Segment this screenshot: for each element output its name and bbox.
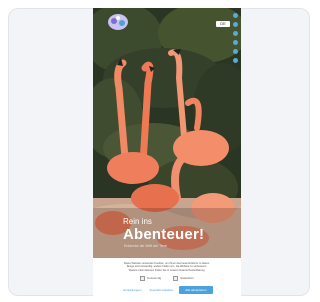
consent-text: Diese Website verwendet Cookies, um Ihne…	[99, 262, 235, 272]
hero-eyebrow: Rein ins	[123, 217, 152, 226]
search-icon[interactable]	[233, 13, 238, 18]
flamingo-hero-image	[93, 8, 241, 300]
necessary-label: Notwendig	[146, 276, 162, 281]
cookie-consent-banner: Diese Website verwendet Cookies, um Ihne…	[93, 258, 241, 300]
consent-text-line: Weitere Informationen finden Sie in unse…	[128, 268, 206, 272]
settings-button[interactable]: Einstellungen	[121, 288, 143, 292]
necessary-checkbox[interactable]	[139, 275, 145, 281]
statistics-label: Statistiken	[180, 276, 195, 281]
option-statistics[interactable]: Statistiken	[173, 275, 195, 281]
mobile-page-preview: DE Rein ins Abenteuer! Entdecke die Welt…	[93, 8, 241, 300]
language-selector[interactable]: DE	[216, 21, 230, 27]
hero-subline: Entdecke die Welt der Tiere	[124, 244, 167, 248]
allow-selection-button[interactable]: Auswahl erlauben	[147, 288, 175, 292]
calendar-icon[interactable]	[233, 49, 238, 54]
ticket-icon[interactable]	[233, 31, 238, 36]
statistics-checkbox[interactable]	[173, 275, 179, 281]
consent-buttons: Einstellungen Auswahl erlauben Alle akze…	[99, 285, 235, 294]
option-necessary[interactable]: Notwendig	[139, 275, 162, 281]
zoo-logo[interactable]	[107, 12, 129, 32]
menu-icon[interactable]	[233, 22, 238, 27]
map-icon[interactable]	[233, 40, 238, 45]
info-icon[interactable]	[233, 58, 238, 63]
hero-headline: Abenteuer!	[123, 226, 205, 243]
accept-all-button[interactable]: Alle akzeptieren	[179, 285, 213, 294]
consent-options: Notwendig Statistiken	[99, 275, 235, 281]
